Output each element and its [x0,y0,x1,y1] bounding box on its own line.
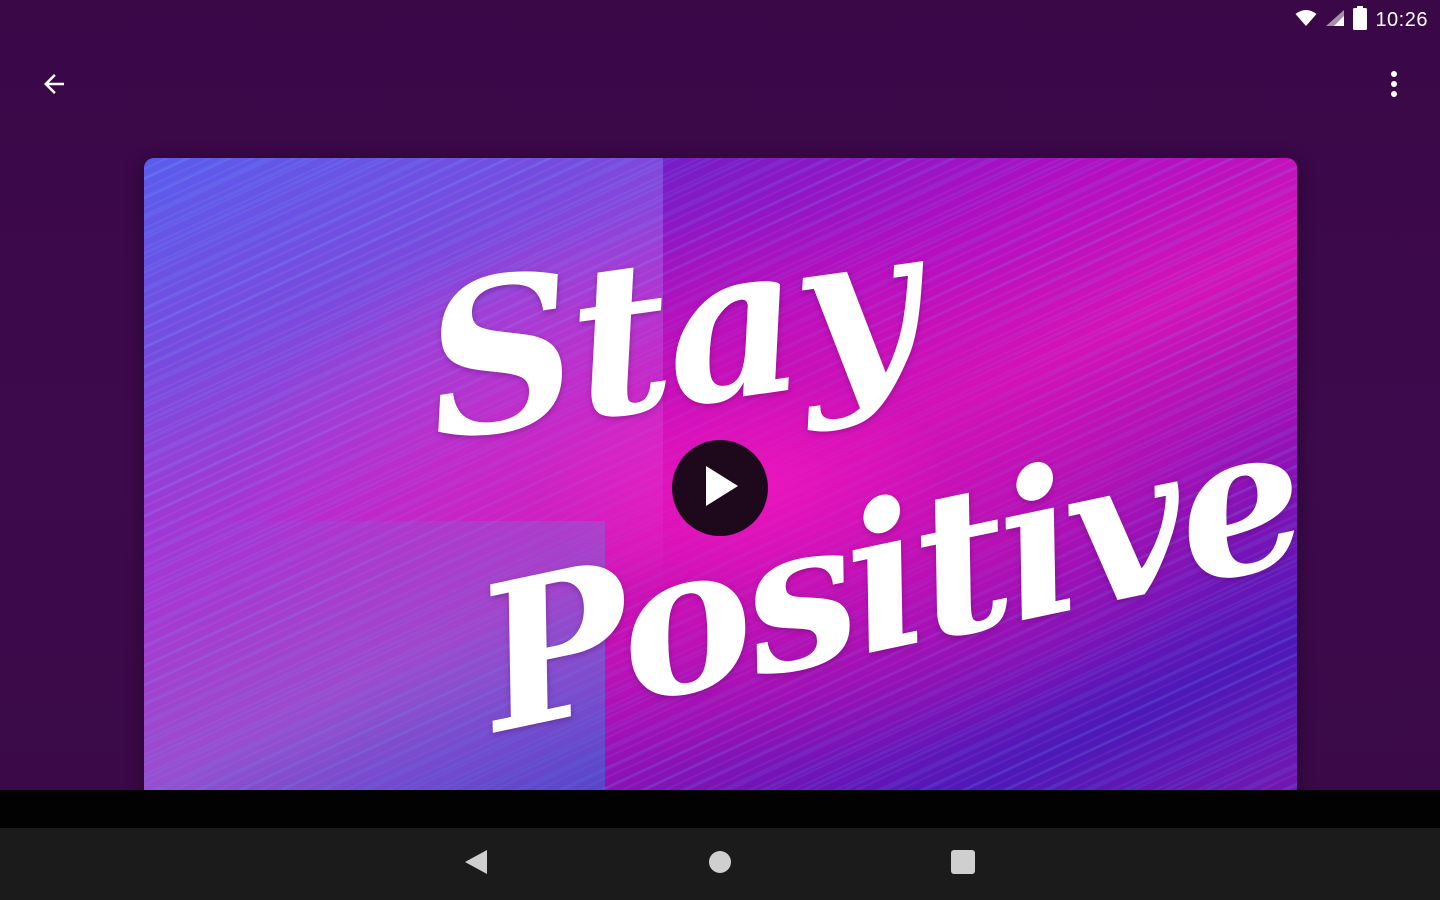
play-icon [700,464,740,513]
arrow-left-icon [39,69,69,104]
nav-recents-button[interactable] [935,842,991,886]
nav-back-button[interactable] [448,842,504,886]
app-bar [0,56,1440,112]
thumbnail-text-stay: Stay [409,176,930,489]
nav-home-button[interactable] [692,842,748,886]
status-time: 10:26 [1375,9,1428,31]
wifi-icon [1295,9,1317,32]
system-nav-bar [0,828,1440,900]
signal-icon [1325,9,1345,32]
status-bar: 10:26 [0,0,1440,40]
more-options-button[interactable] [1368,60,1420,112]
home-circle-icon [707,849,733,880]
bottom-strip [0,790,1440,828]
play-button[interactable] [672,440,768,536]
more-vertical-icon [1390,70,1398,103]
battery-icon [1353,6,1368,35]
status-icons: 10:26 [1295,6,1428,35]
back-triangle-icon [463,848,489,881]
video-preview-screen: 10:26 Stay Positive [0,0,1440,900]
recents-square-icon [950,849,976,880]
video-thumbnail[interactable]: Stay Positive [144,158,1297,818]
back-button[interactable] [28,60,80,112]
